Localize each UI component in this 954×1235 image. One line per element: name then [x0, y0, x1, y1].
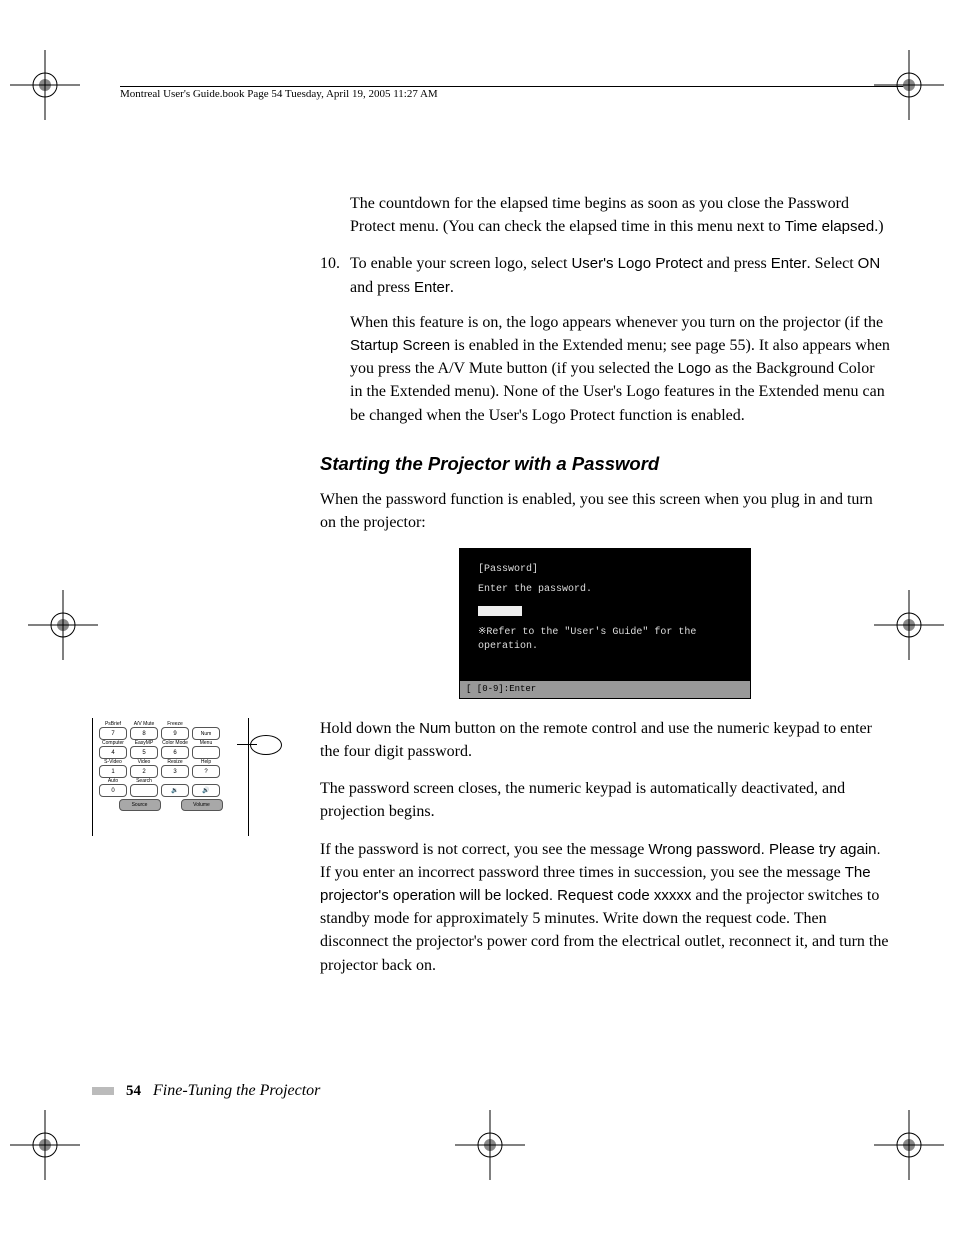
remote-btn-help: ? — [192, 765, 220, 778]
remote-btn-menu — [192, 746, 220, 759]
remote-btn-9: 9 — [161, 727, 189, 740]
remote-label-source: Source — [119, 799, 161, 811]
page-number: 54 — [126, 1083, 141, 1100]
remote-control-figure: PsBrief7 A/V Mute8 Freeze9 Num Computer4… — [92, 718, 270, 848]
password-screenshot: [Password] Enter the password. ※Refer to… — [459, 548, 751, 699]
remote-btn-8: 8 — [130, 727, 158, 740]
remote-btn-vol-up: 🔊 — [192, 784, 220, 797]
remote-btn-0: 0 — [99, 784, 127, 797]
screenshot-prompt: Enter the password. — [478, 583, 740, 598]
chapter-title: Fine-Tuning the Projector — [153, 1082, 320, 1100]
remote-btn-6: 6 — [161, 746, 189, 759]
page-header: Montreal User's Guide.book Page 54 Tuesd… — [120, 88, 438, 100]
paragraph-elapsed-time: The countdown for the elapsed time begin… — [350, 192, 890, 238]
crop-mark-icon — [10, 50, 80, 125]
callout-circle — [250, 735, 282, 755]
paragraph-logo-feature: When this feature is on, the logo appear… — [350, 311, 890, 427]
remote-btn-search — [130, 784, 158, 797]
remote-btn-vol-down: 🔉 — [161, 784, 189, 797]
footer-bar-icon — [92, 1087, 114, 1095]
remote-btn-num: Num — [192, 727, 220, 740]
remote-btn-4: 4 — [99, 746, 127, 759]
screenshot-hint: ※Refer to the "User's Guide" for the ope… — [478, 626, 740, 655]
section-heading: Starting the Projector with a Password — [320, 451, 890, 478]
list-item-10: 10. To enable your screen logo, select U… — [320, 252, 890, 298]
remote-btn-2: 2 — [130, 765, 158, 778]
page-footer: 54 Fine-Tuning the Projector — [92, 1082, 320, 1100]
crop-mark-icon — [874, 1110, 944, 1185]
screenshot-input-box — [478, 606, 522, 616]
crop-mark-icon — [10, 1110, 80, 1185]
paragraph-num-button: Hold down the Num button on the remote c… — [320, 717, 890, 763]
list-body: To enable your screen logo, select User'… — [350, 252, 890, 298]
crop-mark-icon — [874, 50, 944, 125]
list-number: 10. — [320, 252, 350, 298]
screenshot-title: [Password] — [478, 563, 740, 578]
remote-btn-1: 1 — [99, 765, 127, 778]
remote-btn-7: 7 — [99, 727, 127, 740]
header-rule — [120, 86, 914, 87]
paragraph-wrong-password: If the password is not correct, you see … — [320, 838, 890, 977]
crop-mark-icon — [28, 590, 98, 665]
remote-btn-3: 3 — [161, 765, 189, 778]
remote-btn-5: 5 — [130, 746, 158, 759]
remote-label-volume: Volume — [181, 799, 223, 811]
paragraph-screen-closes: The password screen closes, the numeric … — [320, 777, 890, 823]
paragraph-password-intro: When the password function is enabled, y… — [320, 488, 890, 534]
screenshot-footer: [ [0-9]:Enter — [460, 681, 750, 698]
crop-mark-icon — [455, 1110, 525, 1185]
